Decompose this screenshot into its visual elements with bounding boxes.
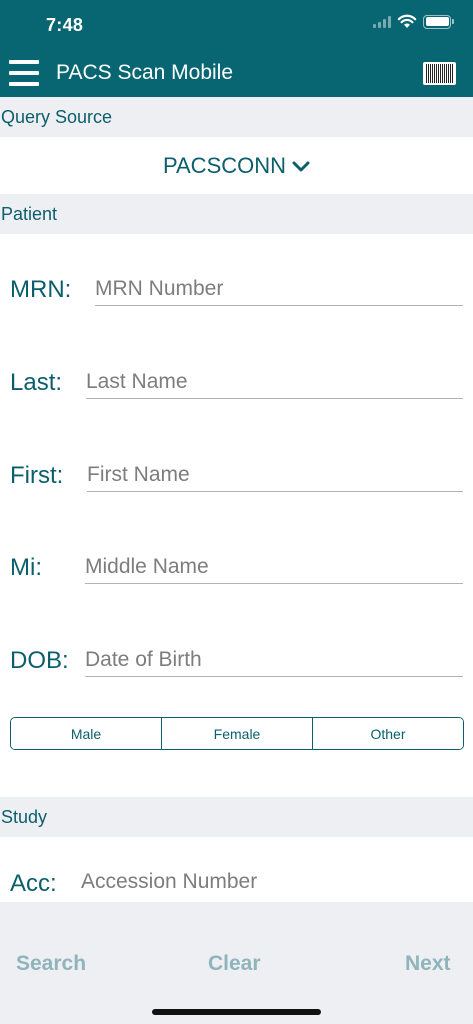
patient-header: Patient	[0, 194, 473, 234]
query-source-selector[interactable]: PACSCONN	[0, 138, 473, 194]
last-name-label: Last:	[10, 369, 63, 396]
status-time: 7:48	[46, 15, 84, 35]
bottom-action-bar: Search Clear Next	[0, 902, 473, 1024]
gender-option-male[interactable]: Male	[11, 718, 162, 749]
search-button[interactable]: Search	[16, 952, 86, 976]
barcode-scan-icon[interactable]	[423, 62, 456, 85]
first-name-label: First:	[10, 462, 64, 489]
accession-input[interactable]	[81, 865, 463, 899]
gender-segmented-control: Male Female Other	[10, 717, 464, 750]
mrn-input[interactable]	[95, 272, 463, 306]
middle-name-input[interactable]	[85, 550, 463, 584]
wifi-icon	[397, 14, 417, 28]
home-indicator[interactable]	[152, 1009, 321, 1015]
dob-label: DOB:	[10, 647, 69, 674]
study-header: Study	[0, 797, 473, 837]
clear-button[interactable]: Clear	[208, 952, 261, 976]
query-source-value: PACSCONN	[162, 153, 287, 178]
chevron-down-icon	[292, 161, 310, 172]
battery-icon	[423, 14, 454, 29]
status-icons	[373, 14, 454, 29]
query-source-header: Query Source	[0, 97, 473, 137]
app-screen: 7:48 PACS Scan Mobile Query Source PACSC…	[0, 0, 473, 1024]
cellular-signal-icon	[373, 15, 391, 28]
first-name-input[interactable]	[87, 458, 463, 492]
accession-label: Acc:	[10, 870, 57, 897]
hamburger-menu-icon[interactable]	[9, 60, 39, 86]
middle-name-label: Mi:	[10, 554, 42, 581]
mrn-label: MRN:	[10, 276, 72, 303]
next-button[interactable]: Next	[405, 952, 451, 976]
gender-option-female[interactable]: Female	[162, 718, 313, 749]
app-title: PACS Scan Mobile	[56, 61, 234, 84]
last-name-input[interactable]	[86, 365, 463, 399]
top-bar: 7:48 PACS Scan Mobile	[0, 0, 473, 97]
gender-option-other[interactable]: Other	[313, 718, 463, 749]
dob-input[interactable]	[85, 643, 463, 677]
